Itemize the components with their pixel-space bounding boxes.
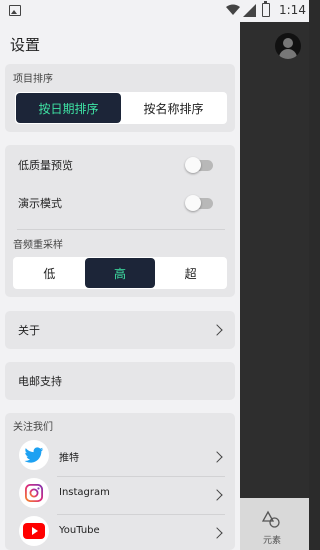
resample-high-option[interactable]: 高	[84, 258, 156, 288]
background-app	[240, 0, 309, 550]
display-card: 低质量预览 演示模式 音频重采样 低 高 超	[5, 145, 235, 297]
demo-mode-toggle[interactable]	[185, 195, 213, 211]
resample-low-option[interactable]: 低	[14, 258, 85, 288]
low-quality-preview-toggle[interactable]	[185, 157, 213, 173]
youtube-label: YouTube	[59, 525, 100, 536]
resample-ultra-option[interactable]: 超	[155, 258, 226, 288]
resample-segmented-control: 低 高 超	[13, 257, 227, 289]
twitter-icon	[19, 440, 49, 470]
about-card[interactable]: 关于	[5, 311, 235, 349]
youtube-icon	[19, 516, 49, 546]
shapes-icon	[262, 510, 280, 528]
avatar[interactable]	[275, 33, 301, 59]
signal-icon	[243, 4, 256, 17]
status-time: 1:14	[279, 3, 306, 17]
chevron-right-icon	[211, 489, 223, 501]
sort-by-date-option[interactable]: 按日期排序	[16, 93, 121, 123]
about-label: 关于	[18, 324, 40, 337]
divider	[17, 229, 225, 230]
instagram-icon	[19, 478, 49, 508]
status-bar: 1:14	[0, 0, 309, 22]
follow-us-card: 关注我们 推特 Instagram YouTube	[5, 413, 235, 550]
resample-section-label: 音频重采样	[13, 240, 63, 251]
sort-segmented-control: 按日期排序 按名称排序	[15, 92, 227, 124]
email-support-label: 电邮支持	[18, 375, 62, 388]
twitter-row[interactable]: 推特	[5, 437, 235, 475]
instagram-label: Instagram	[59, 487, 110, 498]
about-row[interactable]: 关于	[5, 312, 235, 348]
bottom-tab-elements[interactable]: 元素	[240, 498, 309, 550]
demo-mode-row[interactable]: 演示模式	[5, 185, 235, 221]
bottom-tab-label: 元素	[262, 536, 281, 546]
chevron-right-icon	[211, 527, 223, 539]
sort-card: 项目排序 按日期排序 按名称排序	[5, 64, 235, 132]
sort-section-label: 项目排序	[13, 74, 53, 85]
low-quality-preview-row[interactable]: 低质量预览	[5, 147, 235, 183]
follow-us-label: 关注我们	[13, 422, 53, 433]
twitter-label: 推特	[59, 453, 79, 464]
instagram-row[interactable]: Instagram	[5, 475, 235, 513]
demo-mode-label: 演示模式	[18, 197, 62, 210]
sort-by-name-option[interactable]: 按名称排序	[121, 93, 226, 123]
wifi-icon	[226, 4, 240, 15]
settings-drawer: 设置 项目排序 按日期排序 按名称排序 低质量预览 演示模式 音频重采样 低 高…	[0, 22, 240, 550]
email-support-row[interactable]: 电邮支持	[5, 363, 235, 399]
youtube-row[interactable]: YouTube	[5, 513, 235, 550]
image-notification-icon	[9, 5, 21, 16]
battery-icon	[262, 1, 270, 17]
page-title: 设置	[10, 36, 41, 54]
low-quality-preview-label: 低质量预览	[18, 159, 73, 172]
email-support-card[interactable]: 电邮支持	[5, 362, 235, 400]
chevron-right-icon	[211, 451, 223, 463]
